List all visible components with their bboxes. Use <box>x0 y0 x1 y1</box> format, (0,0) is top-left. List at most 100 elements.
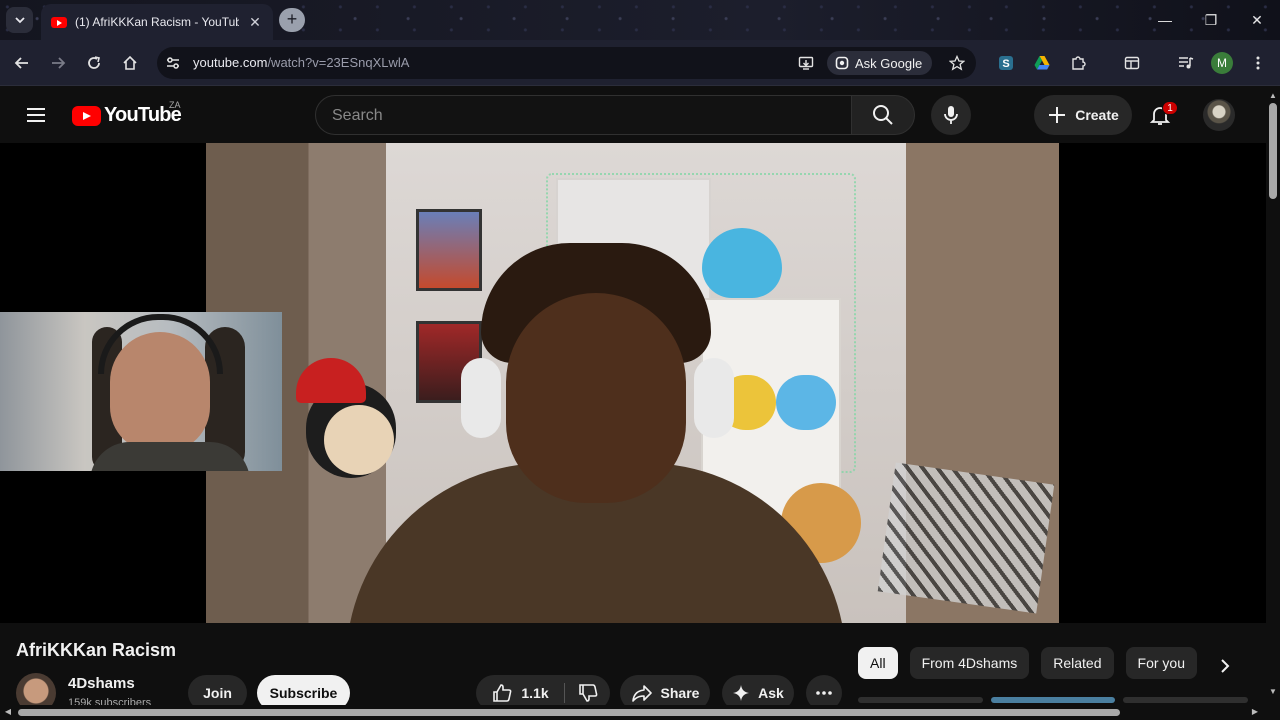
create-button[interactable]: Create <box>1034 95 1132 135</box>
install-icon <box>798 56 814 70</box>
s-extension-icon: S <box>999 56 1013 70</box>
music-queue-icon <box>1179 57 1194 69</box>
search-input[interactable]: Search <box>315 95 852 135</box>
tab-close-icon[interactable]: ✕ <box>247 14 263 31</box>
site-info-button[interactable] <box>161 51 185 75</box>
chip-all[interactable]: All <box>858 647 898 679</box>
webcam-headset <box>98 314 223 374</box>
side-panel-button[interactable] <box>1120 51 1144 75</box>
create-label: Create <box>1075 107 1119 123</box>
tab-title: (1) AfriKKKan Racism - YouTube <box>75 15 239 29</box>
ask-label: Ask <box>758 685 784 701</box>
chip-from-channel[interactable]: From 4Dshams <box>909 647 1030 679</box>
scroll-up-arrow-icon[interactable]: ▲ <box>1268 91 1278 101</box>
video-scene-plush <box>776 375 836 430</box>
more-horizontal-icon <box>816 691 832 695</box>
voice-search-button[interactable] <box>931 95 971 135</box>
search-button[interactable] <box>851 95 915 135</box>
video-scene-mouse-face <box>324 405 394 475</box>
recommended-thumbnail[interactable] <box>858 697 983 703</box>
chip-for-you[interactable]: For you <box>1125 647 1197 679</box>
join-label: Join <box>203 685 232 701</box>
recommended-thumbnail[interactable] <box>990 697 1116 703</box>
close-window-icon[interactable]: ✕ <box>1245 8 1269 32</box>
profile-avatar[interactable]: M <box>1211 52 1233 74</box>
youtube-logo[interactable]: YouTube <box>72 104 182 127</box>
reload-button[interactable] <box>82 51 106 75</box>
guide-menu-button[interactable] <box>24 103 48 127</box>
minimize-icon[interactable]: — <box>1153 8 1177 32</box>
video-scene-headphone <box>461 358 501 438</box>
video-scene-plush <box>702 228 782 298</box>
url-text: youtube.com/watch?v=23ESnqXLwlA <box>193 55 409 70</box>
chips-next-button[interactable] <box>1210 651 1240 681</box>
arrow-left-icon <box>14 57 28 69</box>
scroll-down-arrow-icon[interactable]: ▼ <box>1268 687 1278 697</box>
extensions-button[interactable] <box>1066 51 1090 75</box>
horizontal-scrollbar[interactable]: ◀ ▶ <box>0 705 1266 720</box>
youtube-header: YouTube ZA Search Create 1 <box>0 87 1266 143</box>
video-scene-headphone <box>694 358 734 438</box>
browser-toolbar: youtube.com/watch?v=23ESnqXLwlA Ask Goog… <box>0 40 1280 86</box>
restore-icon[interactable]: ❐ <box>1199 8 1223 32</box>
home-icon <box>123 55 137 70</box>
recommendation-chips: All From 4Dshams Related For you <box>858 647 1197 679</box>
video-scene-chair <box>877 462 1055 614</box>
tune-icon <box>167 57 179 69</box>
google-drive-icon <box>1034 56 1050 70</box>
video-scene-person-head <box>506 293 686 503</box>
media-controls-button[interactable] <box>1174 51 1198 75</box>
url-host: youtube.com <box>193 55 268 70</box>
browser-tab-active[interactable]: (1) AfriKKKan Racism - YouTube ✕ <box>41 4 273 40</box>
browser-menu-button[interactable] <box>1246 51 1270 75</box>
channel-name[interactable]: 4Dshams <box>68 675 135 692</box>
search-icon <box>873 105 893 125</box>
scroll-right-arrow-icon[interactable]: ▶ <box>1250 707 1260 717</box>
browser-tabstrip: (1) AfriKKKan Racism - YouTube ✕ + — ❐ ✕ <box>0 0 1280 40</box>
home-button[interactable] <box>118 51 142 75</box>
bookmark-star-button[interactable] <box>945 51 969 75</box>
arrow-right-icon <box>52 57 66 69</box>
more-vertical-icon <box>1256 56 1260 70</box>
thumbs-down-icon <box>578 684 597 702</box>
video-title: AfriKKKan Racism <box>16 640 177 660</box>
video-player[interactable] <box>206 143 1059 623</box>
star-icon <box>949 55 965 71</box>
puzzle-icon <box>1072 56 1086 70</box>
search-placeholder: Search <box>332 107 383 124</box>
forward-button[interactable] <box>46 51 70 75</box>
horizontal-scrollbar-thumb[interactable] <box>18 709 1120 716</box>
hamburger-icon <box>27 108 45 122</box>
account-avatar[interactable] <box>1203 99 1235 131</box>
subscribe-label: Subscribe <box>269 685 338 701</box>
reload-icon <box>88 56 100 69</box>
new-tab-button[interactable]: + <box>279 8 305 32</box>
sparkle-icon <box>733 685 750 701</box>
back-button[interactable] <box>10 51 34 75</box>
url-path: /watch?v=23ESnqXLwlA <box>267 55 410 70</box>
webcam-overlay <box>0 312 282 471</box>
chip-related[interactable]: Related <box>1041 647 1114 679</box>
country-code: ZA <box>169 100 181 110</box>
chevron-down-icon <box>14 17 25 24</box>
share-icon <box>631 685 652 702</box>
lens-icon <box>835 56 849 70</box>
ask-google-button[interactable]: Ask Google <box>827 51 933 75</box>
share-label: Share <box>660 685 700 701</box>
recommended-thumbnails-strip <box>858 697 1249 703</box>
side-panel-icon <box>1124 56 1140 70</box>
video-scene-santa-hat <box>296 358 366 403</box>
address-bar[interactable]: youtube.com/watch?v=23ESnqXLwlA Ask Goog… <box>157 47 976 79</box>
plus-icon <box>1049 107 1066 123</box>
ask-google-label: Ask Google <box>855 55 923 71</box>
install-app-button[interactable] <box>794 51 818 75</box>
extension-s-button[interactable]: S <box>994 51 1018 75</box>
vertical-scrollbar[interactable]: ▲ ▼ <box>1266 87 1280 720</box>
tab-search-button[interactable] <box>6 7 33 33</box>
notification-badge: 1 <box>1162 101 1178 115</box>
vertical-scrollbar-thumb[interactable] <box>1269 103 1277 199</box>
google-drive-button[interactable] <box>1030 51 1054 75</box>
recommended-thumbnail[interactable] <box>1123 697 1249 703</box>
chevron-right-icon <box>1221 659 1230 673</box>
scroll-left-arrow-icon[interactable]: ◀ <box>3 707 13 717</box>
